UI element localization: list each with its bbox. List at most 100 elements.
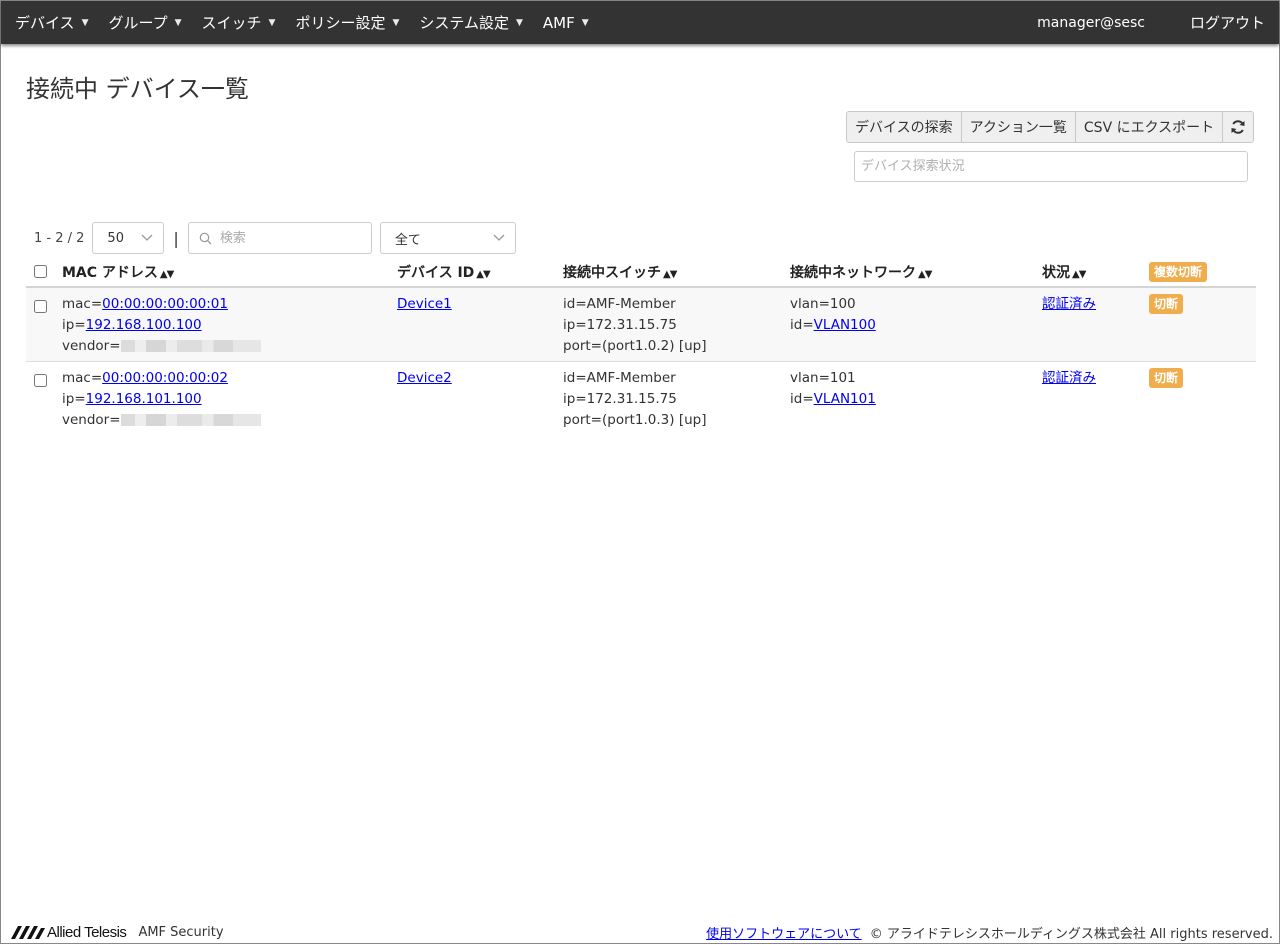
- nav-item-system[interactable]: システム設定 ▼: [419, 12, 522, 33]
- header-device-id[interactable]: デバイス ID ▲▼: [397, 257, 563, 288]
- device-id-cell: Device2: [397, 362, 563, 436]
- chevron-down-icon: ▼: [81, 17, 89, 28]
- status-link[interactable]: 認証済み: [1042, 370, 1096, 386]
- row-select-cell: [26, 362, 62, 436]
- product-name: AMF Security: [138, 924, 224, 940]
- table-header-row: MAC アドレス ▲▼ デバイス ID ▲▼ 接続中スイッチ ▲▼ 接続中ネットワーク…: [26, 257, 1256, 288]
- network-id-prefix: id=: [790, 317, 814, 333]
- mac-link[interactable]: 00:00:00:00:00:01: [102, 296, 228, 312]
- discover-devices-button[interactable]: デバイスの探索: [847, 112, 962, 142]
- action-list-button[interactable]: アクション一覧: [961, 112, 1076, 142]
- table-toolbar: 1 - 2 / 2 50 | 全て: [34, 222, 516, 254]
- mac-prefix: mac=: [62, 370, 103, 386]
- mac-link[interactable]: 00:00:00:00:00:02: [102, 370, 228, 386]
- chevron-down-icon: ▼: [174, 17, 182, 28]
- network-id-prefix: id=: [790, 391, 814, 407]
- device-id-link[interactable]: Device2: [397, 370, 452, 386]
- nav-item-amf[interactable]: AMF ▼: [543, 14, 589, 32]
- disconnect-button[interactable]: 切断: [1149, 368, 1184, 388]
- vendor-redacted: [120, 414, 261, 426]
- nav-item-groups[interactable]: グループ ▼: [108, 12, 181, 33]
- vlan-value: vlan=101: [790, 370, 856, 386]
- page-size-select[interactable]: 50: [92, 222, 165, 254]
- search-input[interactable]: [217, 229, 368, 247]
- network-cell: vlan=100 id=VLAN100: [790, 287, 1042, 362]
- switch-id: id=AMF-Member: [563, 370, 676, 386]
- discovery-status-field[interactable]: [854, 151, 1248, 182]
- header-label: 接続中ネットワーク: [790, 264, 916, 281]
- device-table: MAC アドレス ▲▼ デバイス ID ▲▼ 接続中スイッチ ▲▼ 接続中ネットワーク…: [26, 257, 1256, 435]
- ip-prefix: ip=: [62, 391, 86, 407]
- switch-id: id=AMF-Member: [563, 296, 676, 312]
- select-all-checkbox[interactable]: [34, 265, 47, 278]
- disconnect-button[interactable]: 切断: [1149, 294, 1184, 314]
- nav-item-devices[interactable]: デバイス ▼: [15, 12, 88, 33]
- chevron-down-icon: ▼: [581, 17, 589, 28]
- nav-item-label: デバイス: [15, 14, 75, 32]
- header-label: MAC アドレス: [62, 264, 158, 281]
- header-mac[interactable]: MAC アドレス ▲▼: [62, 257, 397, 288]
- chevron-down-icon: ▼: [392, 17, 400, 28]
- row-checkbox[interactable]: [34, 373, 47, 387]
- status-cell: 認証済み: [1042, 287, 1149, 362]
- nav-item-label: スイッチ: [201, 14, 262, 32]
- allied-telesis-logo-icon: [11, 925, 45, 939]
- network-id-line: id=VLAN100: [790, 315, 1042, 336]
- toolbar-separator: |: [173, 228, 179, 248]
- header-network[interactable]: 接続中ネットワーク ▲▼: [790, 257, 1042, 288]
- chevron-down-icon: ▼: [515, 17, 523, 28]
- nav-item-label: システム設定: [419, 14, 509, 32]
- nav-menu: デバイス ▼ グループ ▼ スイッチ ▼ ポリシー設定 ▼ システム設定 ▼ AMF ▼: [1, 12, 609, 33]
- vendor-line: vendor=: [62, 410, 397, 431]
- mac-cell: mac=00:00:00:00:00:02 ip=192.168.101.100…: [62, 362, 397, 436]
- row-select-cell: [26, 287, 62, 362]
- network-id-link[interactable]: VLAN101: [814, 391, 876, 407]
- mac-prefix: mac=: [62, 296, 103, 312]
- ip-line: ip=192.168.101.100: [62, 389, 397, 410]
- mac-line: mac=00:00:00:00:00:02: [62, 368, 397, 389]
- network-id-link[interactable]: VLAN100: [814, 317, 876, 333]
- status-link[interactable]: 認証済み: [1042, 296, 1096, 312]
- nav-item-label: ポリシー設定: [295, 14, 386, 32]
- header-switch[interactable]: 接続中スイッチ ▲▼: [563, 257, 790, 288]
- status-filter-select[interactable]: 全て: [379, 222, 516, 254]
- footer-right: 使用ソフトウェアについて © アライドテレシスホールディングス株式会社 All …: [706, 923, 1273, 942]
- ip-link[interactable]: 192.168.100.100: [86, 317, 202, 333]
- nav-item-switches[interactable]: スイッチ ▼: [202, 12, 276, 33]
- footer: Allied Telesis AMF Security 使用ソフトウェアについて…: [1, 919, 1279, 945]
- header-label: 状況: [1042, 264, 1070, 281]
- header-status[interactable]: 状況 ▲▼: [1042, 257, 1149, 288]
- switch-cell: id=AMF-Member ip=172.31.15.75 port=(port…: [563, 362, 790, 436]
- search-box[interactable]: [187, 222, 372, 254]
- result-range: 1 - 2 / 2: [34, 230, 85, 246]
- status-cell: 認証済み: [1042, 362, 1149, 436]
- table-row: mac=00:00:00:00:00:02 ip=192.168.101.100…: [26, 362, 1256, 436]
- ip-line: ip=192.168.100.100: [62, 315, 397, 336]
- bulk-disconnect-button[interactable]: 複数切断: [1149, 261, 1208, 282]
- software-info-link[interactable]: 使用ソフトウェアについて: [706, 923, 862, 942]
- sort-icon: ▲▼: [159, 268, 174, 280]
- header-label: デバイス ID: [397, 264, 475, 281]
- ip-prefix: ip=: [62, 317, 86, 333]
- page-title: 接続中 デバイス一覧: [26, 75, 249, 103]
- export-csv-button[interactable]: CSV にエクスポート: [1075, 112, 1224, 142]
- refresh-button[interactable]: [1223, 112, 1254, 142]
- device-id-link[interactable]: Device1: [397, 296, 452, 312]
- chevron-down-icon: [141, 234, 153, 241]
- nav-item-label: AMF: [542, 13, 575, 32]
- row-checkbox[interactable]: [34, 299, 47, 313]
- sort-icon: ▲▼: [918, 268, 932, 280]
- switch-port: port=(port1.0.3) [up]: [563, 412, 707, 428]
- switch-port: port=(port1.0.2) [up]: [563, 338, 707, 354]
- nav-item-label: グループ: [108, 14, 168, 32]
- top-navbar: デバイス ▼ グループ ▼ スイッチ ▼ ポリシー設定 ▼ システム設定 ▼ AMF ▼ m…: [1, 1, 1279, 44]
- network-id-line: id=VLAN101: [790, 389, 1042, 410]
- logo-text: Allied Telesis: [47, 923, 127, 941]
- nav-user-area: manager@sesc ログアウト: [1037, 12, 1279, 33]
- header-select-all: [26, 257, 62, 288]
- nav-item-policy[interactable]: ポリシー設定 ▼: [295, 12, 399, 33]
- action-button-group: デバイスの探索 アクション一覧 CSV にエクスポート: [846, 111, 1255, 143]
- logout-link[interactable]: ログアウト: [1190, 12, 1265, 33]
- mac-line: mac=00:00:00:00:00:01: [62, 294, 397, 315]
- ip-link[interactable]: 192.168.101.100: [86, 391, 202, 407]
